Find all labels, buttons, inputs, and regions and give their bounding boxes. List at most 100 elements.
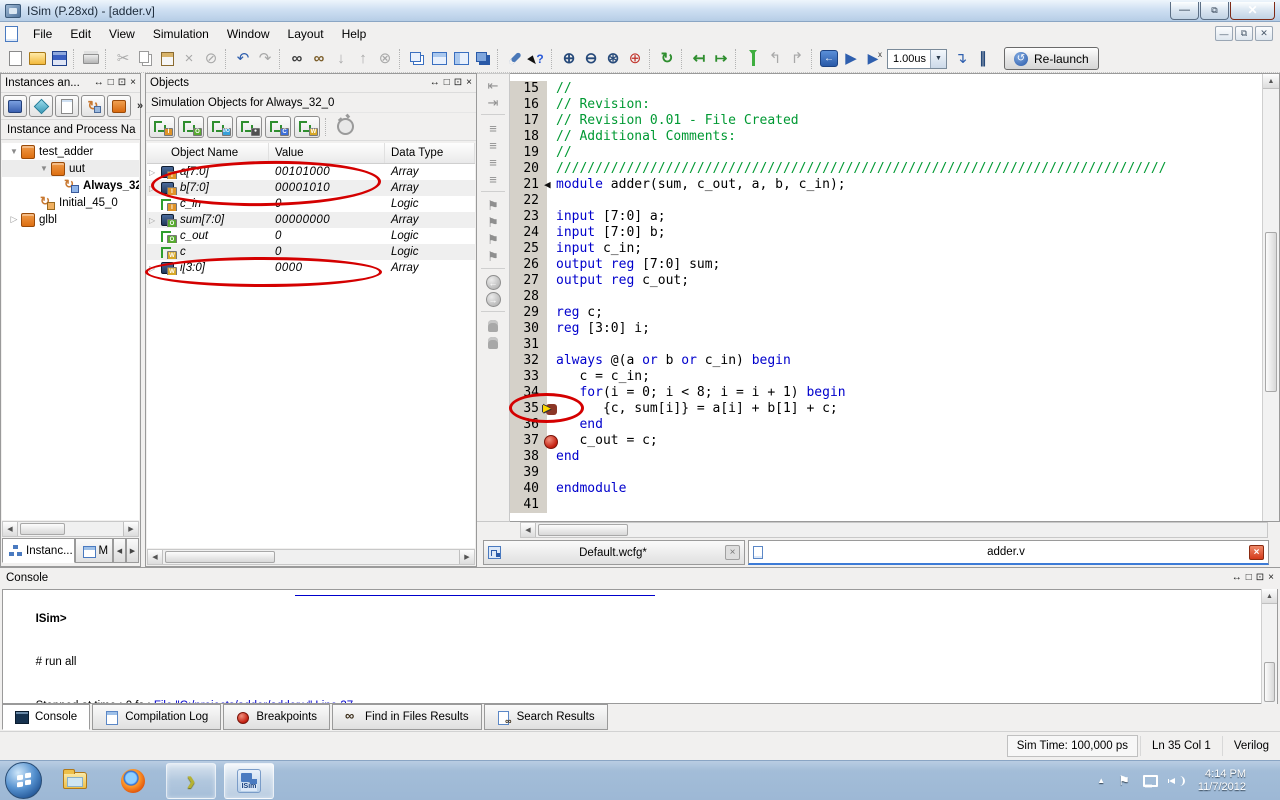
filter-inout-icon[interactable]: I/O bbox=[207, 115, 233, 138]
console-tab[interactable]: Breakpoints bbox=[223, 704, 331, 730]
float-panel-icon[interactable]: ⊡ bbox=[1256, 573, 1264, 583]
find-icon[interactable]: ∞ bbox=[286, 48, 308, 70]
cascade-windows-icon[interactable] bbox=[406, 48, 428, 70]
scroll-left-icon[interactable]: ◀ bbox=[148, 550, 163, 564]
mdi-close-button[interactable]: ✕ bbox=[1255, 26, 1273, 41]
add-marker-icon[interactable] bbox=[742, 48, 764, 70]
next-change-icon[interactable]: ⇥ bbox=[482, 94, 504, 111]
expander-icon[interactable] bbox=[149, 184, 160, 193]
close-tab-icon[interactable]: × bbox=[1249, 544, 1264, 560]
undock-icon[interactable]: ↔ bbox=[430, 78, 440, 88]
grab-icon[interactable] bbox=[482, 334, 504, 351]
console-tab[interactable]: Find in Files Results bbox=[332, 704, 482, 730]
scroll-thumb[interactable] bbox=[165, 551, 275, 563]
menu-item[interactable]: Help bbox=[333, 24, 376, 44]
next-transition-icon[interactable]: ↱ bbox=[786, 48, 808, 70]
run-for-time-icon[interactable] bbox=[862, 48, 884, 70]
expander-icon[interactable] bbox=[149, 264, 160, 273]
separator[interactable] bbox=[279, 48, 286, 69]
prev-bookmark-icon[interactable]: ⚑ bbox=[482, 231, 504, 248]
float-window-icon[interactable] bbox=[472, 48, 494, 70]
menu-item[interactable]: Edit bbox=[61, 24, 100, 44]
float-panel-icon[interactable]: ⊡ bbox=[454, 78, 462, 88]
zoom-in-icon[interactable]: ⊕ bbox=[558, 48, 580, 70]
run-time-combobox[interactable]: 1.00us ▼ bbox=[887, 48, 947, 69]
filter-variable-icon[interactable]: W bbox=[294, 115, 320, 138]
menu-item[interactable]: File bbox=[24, 24, 61, 44]
undock-icon[interactable]: ↔ bbox=[94, 78, 104, 88]
step-icon[interactable]: ↴ bbox=[950, 48, 972, 70]
console-vscrollbar[interactable]: ▲ bbox=[1261, 589, 1277, 704]
object-row[interactable]: a[7:0] 00101000 Array bbox=[147, 164, 475, 180]
instances-tab[interactable]: M bbox=[74, 538, 113, 563]
tab-default-wcfg[interactable]: Default.wcfg* × bbox=[483, 540, 745, 565]
restore-button[interactable]: ⧉ bbox=[1200, 1, 1229, 20]
copy-icon[interactable] bbox=[134, 48, 156, 70]
combobox-dropdown-icon[interactable]: ▼ bbox=[930, 49, 946, 68]
redo-icon[interactable]: ↷ bbox=[254, 48, 276, 70]
line-wrap-icon[interactable]: ≡ bbox=[482, 154, 504, 171]
open-icon[interactable] bbox=[26, 48, 48, 70]
goto-start-icon[interactable]: ↤ bbox=[688, 48, 710, 70]
editor-hscrollbar[interactable]: ◀ bbox=[520, 522, 1268, 538]
objects-hscrollbar[interactable]: ◀ ▶ bbox=[147, 549, 475, 565]
console-tab[interactable]: Search Results bbox=[483, 704, 608, 730]
filter-output-icon[interactable]: O bbox=[178, 115, 204, 138]
relaunch-button[interactable]: ↺ Re-launch bbox=[1004, 47, 1099, 70]
process-filter-icon[interactable] bbox=[81, 95, 105, 117]
separator[interactable] bbox=[399, 48, 406, 69]
zoom-full-view-icon[interactable]: ⊛ bbox=[602, 48, 624, 70]
close-panel-icon[interactable]: × bbox=[466, 78, 472, 88]
close-panel-icon[interactable]: × bbox=[130, 78, 136, 88]
source-filter-icon[interactable] bbox=[55, 95, 79, 117]
action-center-flag-icon[interactable]: ⚑ bbox=[1118, 773, 1130, 789]
scroll-thumb[interactable] bbox=[20, 523, 65, 535]
instances-tree[interactable]: test_adder uut Always_32 Init bbox=[2, 143, 139, 520]
separator[interactable] bbox=[649, 48, 656, 69]
code-area[interactable]: 15 // 16 // Revision: 17 // Revision 0.0… bbox=[510, 74, 1262, 521]
scroll-left-icon[interactable]: ◀ bbox=[3, 522, 18, 536]
object-row[interactable]: b[7:0] 00001010 Array bbox=[147, 180, 475, 196]
stop-find-icon[interactable]: ⊗ bbox=[374, 48, 396, 70]
next-bookmark-icon[interactable]: ⚑ bbox=[482, 214, 504, 231]
find-in-files-icon[interactable]: ∞ bbox=[308, 48, 330, 70]
console-tab[interactable]: Console bbox=[2, 704, 91, 730]
separator[interactable] bbox=[225, 48, 232, 69]
instances-hscrollbar[interactable]: ◀ ▶ bbox=[2, 521, 139, 537]
zoom-out-icon[interactable]: ⊖ bbox=[580, 48, 602, 70]
tree-item[interactable]: glbl bbox=[2, 211, 139, 228]
tab-scroll-right-icon[interactable]: ▶ bbox=[126, 538, 139, 563]
clear-bookmarks-icon[interactable]: ⚑ bbox=[482, 248, 504, 265]
tab-adder-v[interactable]: adder.v × bbox=[748, 540, 1269, 565]
cut-icon[interactable]: ✂ bbox=[112, 48, 134, 70]
find-prev-icon[interactable]: ↑ bbox=[352, 48, 374, 70]
nav-back-icon[interactable]: ← bbox=[482, 274, 504, 291]
menu-item[interactable]: Simulation bbox=[144, 24, 218, 44]
filter-internal-icon[interactable]: ● bbox=[236, 115, 262, 138]
taskbar-ise-button[interactable]: › bbox=[166, 762, 216, 799]
separator[interactable] bbox=[681, 48, 688, 69]
scroll-up-icon[interactable]: ▲ bbox=[1263, 74, 1279, 89]
maximize-panel-icon[interactable]: □ bbox=[1246, 573, 1252, 583]
mdi-restore-button[interactable]: ⧉ bbox=[1235, 26, 1253, 41]
filter-constant-icon[interactable]: C bbox=[265, 115, 291, 138]
prev-change-icon[interactable]: ⇤ bbox=[482, 77, 504, 94]
taskbar-explorer-button[interactable] bbox=[50, 763, 100, 799]
scroll-left-icon[interactable]: ◀ bbox=[521, 523, 536, 537]
menu-item[interactable]: Layout bbox=[279, 24, 333, 44]
column-value[interactable]: Value bbox=[269, 143, 385, 163]
taskbar-isim-button[interactable]: ISim bbox=[224, 762, 274, 799]
minimize-button[interactable]: — bbox=[1170, 1, 1199, 20]
objects-table[interactable]: Object Name Value Data Type a[7:0] 00101… bbox=[147, 143, 475, 548]
menu-item[interactable]: Window bbox=[218, 24, 279, 44]
tree-item[interactable]: uut bbox=[2, 160, 139, 177]
module-filter-icon[interactable] bbox=[107, 95, 131, 117]
mdi-minimize-button[interactable]: — bbox=[1215, 26, 1233, 41]
volume-icon[interactable] bbox=[1168, 775, 1185, 787]
taskbar-clock[interactable]: 4:14 PM 11/7/2012 bbox=[1198, 768, 1246, 794]
close-panel-icon[interactable]: × bbox=[1268, 573, 1274, 583]
prev-transition-icon[interactable]: ↰ bbox=[764, 48, 786, 70]
scroll-thumb[interactable] bbox=[538, 524, 628, 536]
find-next-icon[interactable]: ↓ bbox=[330, 48, 352, 70]
scroll-right-icon[interactable]: ▶ bbox=[123, 522, 138, 536]
